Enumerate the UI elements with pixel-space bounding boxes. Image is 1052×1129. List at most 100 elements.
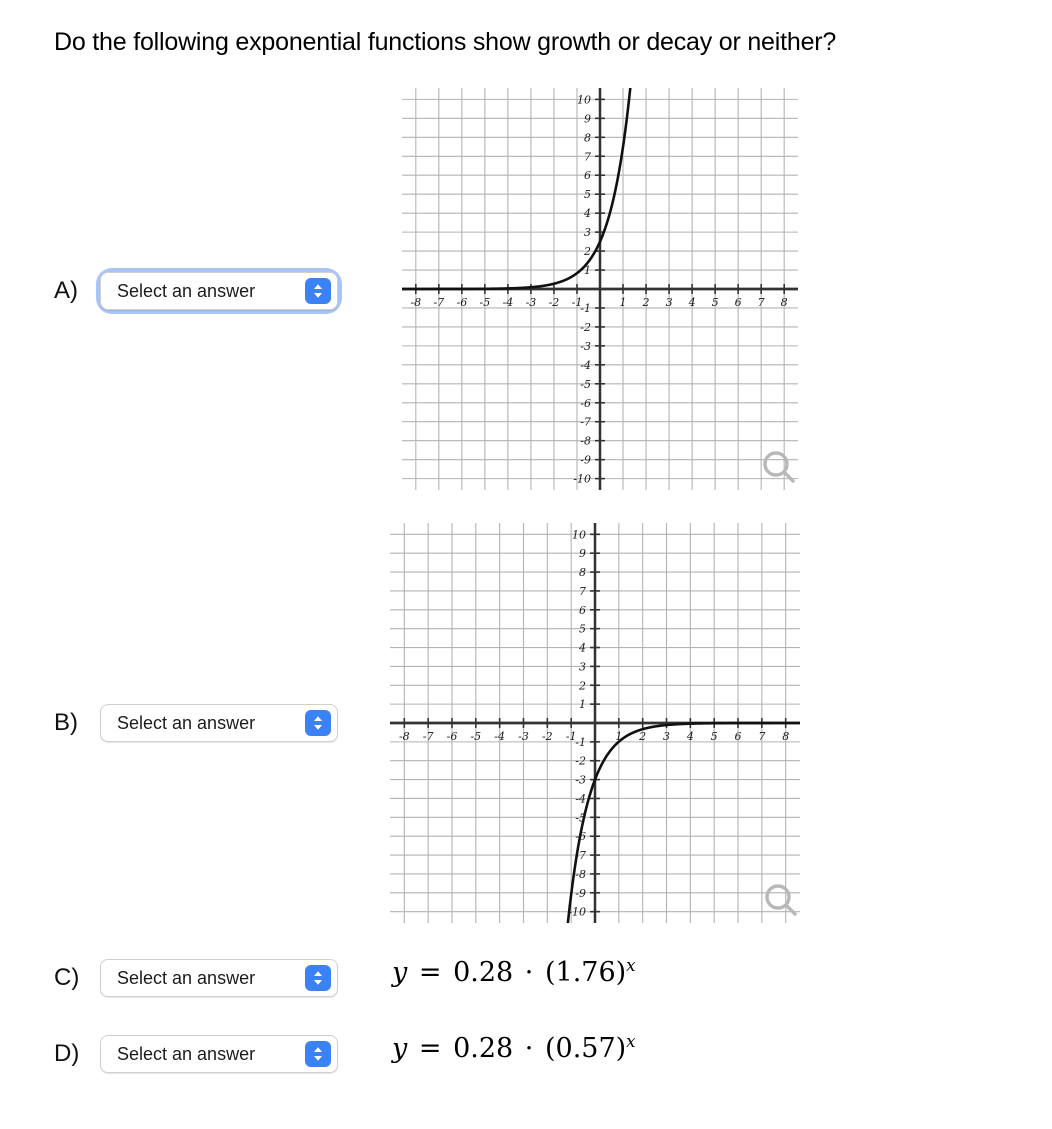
y-tick-label: -3 [580,340,591,353]
x-tick-label: 4 [688,296,696,309]
y-tick-label: -8 [580,435,591,448]
magnifier-icon[interactable] [765,884,797,916]
x-tick-label: -7 [433,296,444,309]
y-tick-label: -1 [580,302,591,315]
x-tick-label: -5 [480,296,491,309]
y-tick-label: 2 [583,245,591,258]
y-tick-label: -9 [575,887,586,900]
y-tick-label: -7 [580,416,591,429]
equation-d: y = 0.28 · (0.57)x [392,1031,636,1064]
graph-b-canvas: -8 -7 -6 -5 -4 -3 -2 -1 1 2 3 4 5 6 7 810987654321-1-2-… [390,523,800,923]
x-tick-label: 1 [620,296,627,309]
y-tick-label: -9 [580,454,591,467]
y-tick-label: 9 [584,112,591,125]
equation-d-coefficient: 0.28 [453,1033,514,1064]
equation-c-coefficient: 0.28 [453,957,514,988]
graph-a-canvas: -8 -7 -6 -5 -4 -3 -2 -1 1 2 3 4 5 6 7 810987654321-1-2-… [402,88,798,490]
x-tick-label: 6 [735,730,742,743]
x-tick-label: -6 [457,296,468,309]
y-tick-label: 9 [579,547,586,560]
equation-d-dot: · [524,1033,534,1064]
y-tick-label: -2 [575,755,586,768]
answer-row-b: B) Select an answer [54,704,338,742]
select-answer-b[interactable]: Select an answer [100,704,338,742]
answer-letter-b: B) [54,709,78,736]
x-tick-label: 7 [758,730,765,743]
select-shell-a: Select an answer [100,272,338,310]
x-tick-label: -2 [542,730,553,743]
x-tick-label: -3 [526,296,537,309]
y-tick-label: -2 [580,321,591,334]
x-tick-label: -4 [503,296,514,309]
y-tick-label: -10 [568,906,586,919]
x-tick-label: -4 [494,730,505,743]
equation-c-lhs: y [392,957,408,988]
x-tick-label: -8 [399,730,410,743]
chevron-up-down-icon[interactable] [305,1041,331,1067]
x-tick-label: -6 [447,730,458,743]
equation-d-equals: = [418,1033,442,1064]
y-tick-label: 5 [584,188,591,201]
y-tick-label: 4 [583,207,591,220]
equation-c-base: (1.76) [544,957,627,988]
y-tick-label: -4 [575,792,586,805]
select-answer-c[interactable]: Select an answer [100,959,338,997]
y-tick-label: 4 [578,642,586,655]
equation-d-exponent: x [626,1031,636,1051]
select-answer-c-label: Select an answer [117,967,256,988]
y-tick-label: -8 [575,868,586,881]
y-tick-label: 8 [579,566,586,579]
x-tick-label: 2 [638,730,646,743]
select-answer-a-label: Select an answer [117,280,256,301]
answer-row-a: A) Select an answer [54,272,338,310]
y-tick-label: 2 [578,679,586,692]
answer-letter-d: D) [54,1040,80,1067]
x-tick-label: 4 [686,730,694,743]
graph-exponential-growth: -8 -7 -6 -5 -4 -3 -2 -1 1 2 3 4 5 6 7 8 10 9 8 7 6 5 4 3 2 1 -1 -2-… [402,88,798,490]
y-tick-label: 5 [579,623,586,636]
x-tick-label: -7 [423,730,434,743]
y-tick-label: -1 [575,736,586,749]
answer-row-c: C) Select an answer [54,959,338,997]
x-tick-label: 8 [782,730,789,743]
equation-c-dot: · [524,957,534,988]
y-tick-label: 8 [584,131,591,144]
magnifier-icon[interactable] [763,451,795,483]
select-shell-d: Select an answer [100,1035,338,1073]
x-tick-label: 5 [712,296,719,309]
y-tick-label: -5 [580,378,591,391]
x-tick-label: 8 [781,296,788,309]
x-tick-label: -5 [470,730,481,743]
y-tick-label: 7 [579,585,586,598]
select-answer-b-label: Select an answer [117,712,256,733]
x-tick-label: 7 [758,296,765,309]
magnifier-handle [784,903,797,916]
y-tick-label: -10 [573,473,591,486]
x-tick-label: 6 [735,296,742,309]
select-answer-a[interactable]: Select an answer [100,272,338,310]
y-tick-label: 10 [572,528,586,541]
chevron-up-down-icon[interactable] [305,965,331,991]
equation-c-equals: = [418,957,442,988]
select-answer-d[interactable]: Select an answer [100,1035,338,1073]
chevron-up-down-icon[interactable] [305,710,331,736]
x-tick-label: -2 [549,296,560,309]
equation-c-exponent: x [626,955,636,975]
y-tick-label: -6 [580,397,591,410]
x-tick-label: 2 [642,296,650,309]
y-tick-label: 3 [584,226,591,239]
graph-reflected-decay: -8 -7 -6 -5 -4 -3 -2 -1 1 2 3 4 5 6 7 8 10 9 8 7 6 5 4 3 2 1 -1 -2-… [390,523,800,923]
equation-d-base: (0.57) [544,1033,627,1064]
select-shell-c: Select an answer [100,959,338,997]
answer-letter-a: A) [54,277,78,304]
y-tick-label: -3 [575,774,586,787]
x-tick-label: 5 [711,730,718,743]
chevron-up-down-icon[interactable] [305,278,331,304]
equation-d-lhs: y [392,1033,408,1064]
select-shell-b: Select an answer [100,704,338,742]
x-tick-label: -8 [410,296,421,309]
y-tick-label: 10 [577,93,591,106]
page-title: Do the following exponential functions s… [54,28,837,56]
select-answer-d-label: Select an answer [117,1043,256,1064]
y-tick-label: -4 [580,359,591,372]
